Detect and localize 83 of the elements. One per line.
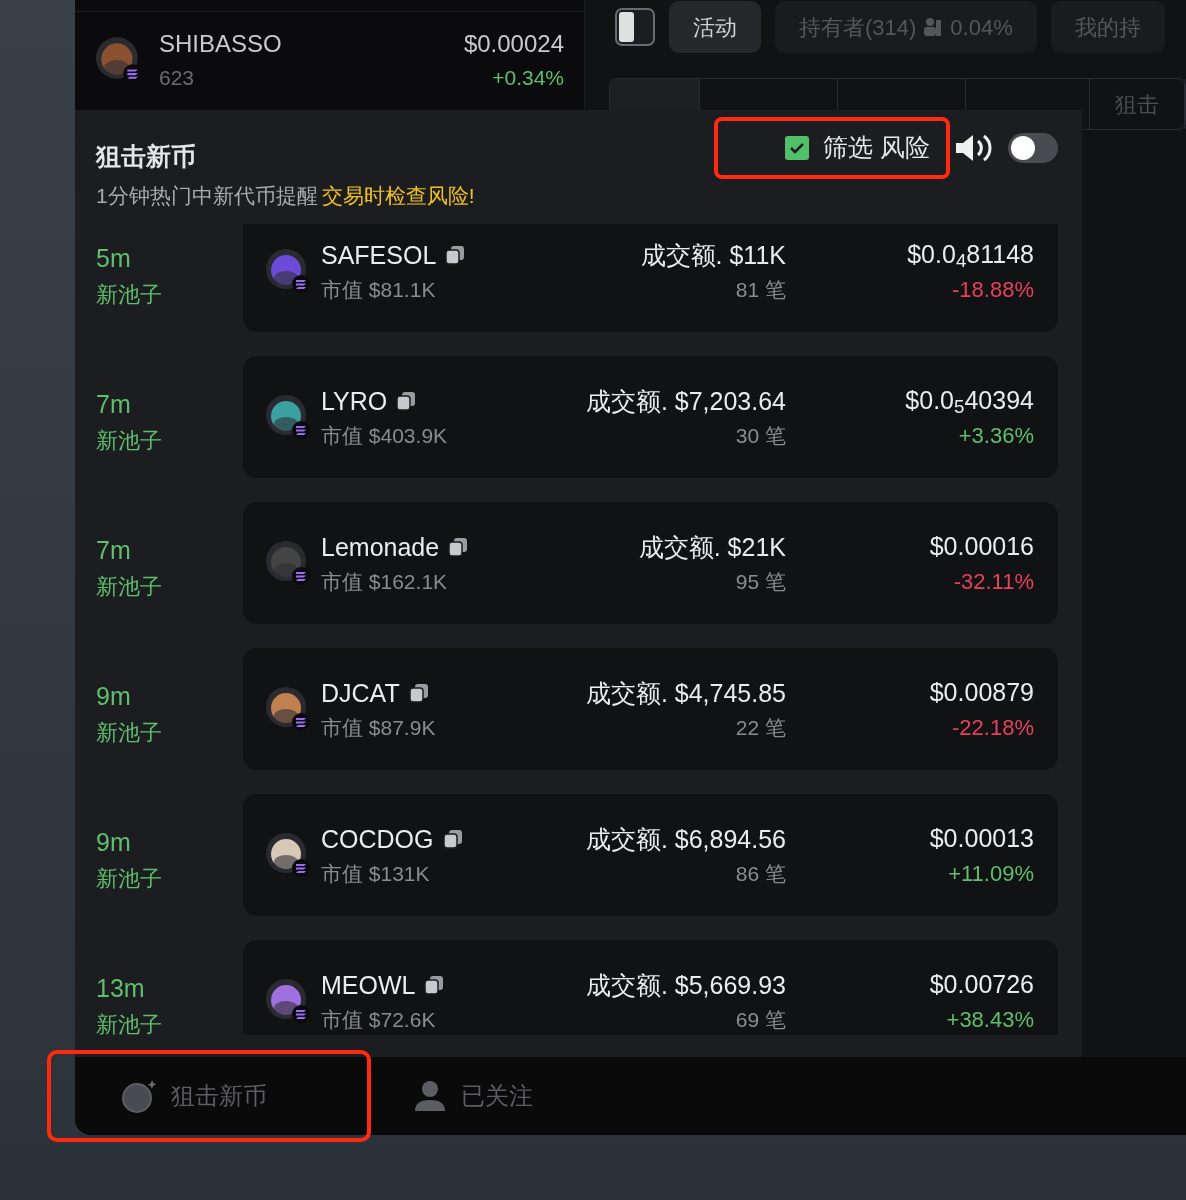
token-price: $0.00016 bbox=[929, 530, 1034, 562]
target-icon bbox=[121, 1078, 157, 1114]
copy-icon[interactable] bbox=[444, 244, 467, 267]
market-cap: 市值 $87.9K bbox=[321, 715, 437, 741]
trade-count: 86 笔 bbox=[735, 861, 786, 887]
copy-icon[interactable] bbox=[423, 974, 446, 997]
volume: 成交额. $7,203.64 bbox=[585, 385, 786, 417]
token-card[interactable]: SAFESOL 市值 $81.1K 成交额. $11K 81 笔 $0.0$_{4}$81148 -18.88% bbox=[243, 224, 1058, 332]
token-card[interactable]: COCDOG 市值 $131K 成交额. $6,894.56 86 笔 $0.00013 +11.09% bbox=[243, 794, 1058, 916]
copy-icon[interactable] bbox=[441, 828, 464, 851]
token-name: COCDOG bbox=[321, 823, 434, 855]
panel-toggle-icon[interactable] bbox=[615, 8, 655, 46]
pool-tag: 新池子 bbox=[96, 715, 243, 749]
token-price: $0.0$_{5}$40394 bbox=[905, 384, 1034, 420]
user-icon bbox=[413, 1079, 447, 1113]
copy-icon[interactable] bbox=[395, 390, 418, 413]
volume: 成交额. $5,669.93 bbox=[585, 969, 786, 1001]
token-price: $0.00726 bbox=[929, 968, 1034, 1000]
token-card[interactable]: LYRO 市值 $403.9K 成交额. $7,203.64 30 笔 $0.0$_{5}$40394 +3.36% bbox=[243, 356, 1058, 478]
tab[interactable]: 活动 bbox=[669, 1, 761, 53]
trade-count: 22 笔 bbox=[735, 715, 786, 741]
token-avatar-icon bbox=[265, 686, 311, 732]
pool-age: 7m bbox=[96, 389, 132, 420]
token-count: 623 bbox=[159, 65, 196, 92]
token-name: LYRO bbox=[321, 385, 388, 417]
pool-age: 7m bbox=[96, 535, 132, 566]
price-change: +11.09% bbox=[948, 860, 1034, 889]
copy-icon[interactable] bbox=[447, 536, 470, 559]
volume: 成交额. $4,745.85 bbox=[585, 677, 786, 709]
price-change: +38.43% bbox=[946, 1006, 1034, 1035]
pool-age: 5m bbox=[96, 243, 132, 274]
token-card[interactable]: Lemonade 市值 $162.1K 成交额. $21K 95 笔 $0.00016 -32.11% bbox=[243, 502, 1058, 624]
pool-tag: 新池子 bbox=[96, 861, 243, 895]
trade-count: 69 笔 bbox=[735, 1007, 786, 1033]
token-name: SHIBASSO bbox=[159, 29, 283, 60]
pool-age: 9m bbox=[96, 681, 132, 712]
market-cap: 市值 $403.9K bbox=[321, 423, 449, 449]
popup-title: 狙击新币 bbox=[96, 141, 197, 172]
pool-tag: 新池子 bbox=[96, 423, 243, 457]
token-price: $0.00024 bbox=[463, 29, 564, 60]
token-avatar-icon bbox=[265, 978, 311, 1024]
pool-tag: 新池子 bbox=[96, 1007, 243, 1035]
popup-subtitle: 1分钟热门中新代币提醒 bbox=[96, 182, 318, 209]
sound-toggle[interactable] bbox=[1008, 133, 1058, 163]
token-avatar-icon bbox=[265, 832, 311, 878]
token-name: SAFESOL bbox=[321, 239, 437, 271]
price-change: +3.36% bbox=[958, 422, 1034, 451]
pool-age: 13m bbox=[96, 973, 146, 1004]
volume: 成交额. $6,894.56 bbox=[585, 823, 786, 855]
market-cap: 市值 $131K bbox=[321, 861, 431, 887]
token-change: +0.34% bbox=[492, 65, 564, 92]
token-card[interactable]: DJCAT 市值 $87.9K 成交额. $4,745.85 22 笔 $0.00879 -22.18% bbox=[243, 648, 1058, 770]
speaker-icon[interactable] bbox=[954, 132, 994, 164]
token-price: $0.00013 bbox=[929, 822, 1034, 854]
token-card[interactable]: MEOWL 市值 $72.6K 成交额. $5,669.93 69 笔 $0.00726 +38.43% bbox=[243, 940, 1058, 1035]
holder-share: 0.04% bbox=[950, 13, 1013, 42]
risk-warning: 交易时检查风险! bbox=[321, 182, 475, 209]
market-cap: 市值 $162.1K bbox=[321, 569, 449, 595]
token-price: $0.00879 bbox=[929, 676, 1034, 708]
token-avatar-icon bbox=[265, 394, 311, 440]
token-avatar-icon bbox=[265, 540, 311, 586]
token-avatar-icon bbox=[265, 248, 311, 294]
pool-age: 9m bbox=[96, 827, 132, 858]
token-name: Lemonade bbox=[321, 531, 440, 563]
checkbox[interactable] bbox=[785, 136, 810, 160]
token-name: DJCAT bbox=[321, 677, 400, 709]
volume: 成交额. $11K bbox=[640, 239, 786, 271]
copy-icon[interactable] bbox=[407, 682, 430, 705]
market-cap: 市值 $81.1K bbox=[321, 277, 437, 303]
trade-count: 81 笔 bbox=[735, 277, 786, 303]
token-name: MEOWL bbox=[321, 969, 416, 1001]
pool-tag: 新池子 bbox=[96, 277, 243, 311]
price-change: -32.11% bbox=[953, 568, 1034, 597]
market-cap: 市值 $72.6K bbox=[321, 1007, 437, 1033]
trade-count: 30 笔 bbox=[735, 423, 786, 449]
pool-tag: 新池子 bbox=[96, 569, 243, 603]
price-change: -18.88% bbox=[952, 276, 1034, 305]
volume: 成交额. $21K bbox=[638, 531, 786, 563]
trade-count: 95 笔 bbox=[735, 569, 786, 595]
token-price: $0.0$_{4}$81148 bbox=[907, 238, 1034, 274]
price-change: -22.18% bbox=[952, 714, 1034, 743]
check-icon bbox=[789, 140, 806, 156]
risk-filter-checkbox[interactable]: 筛选 风险 bbox=[785, 129, 930, 167]
